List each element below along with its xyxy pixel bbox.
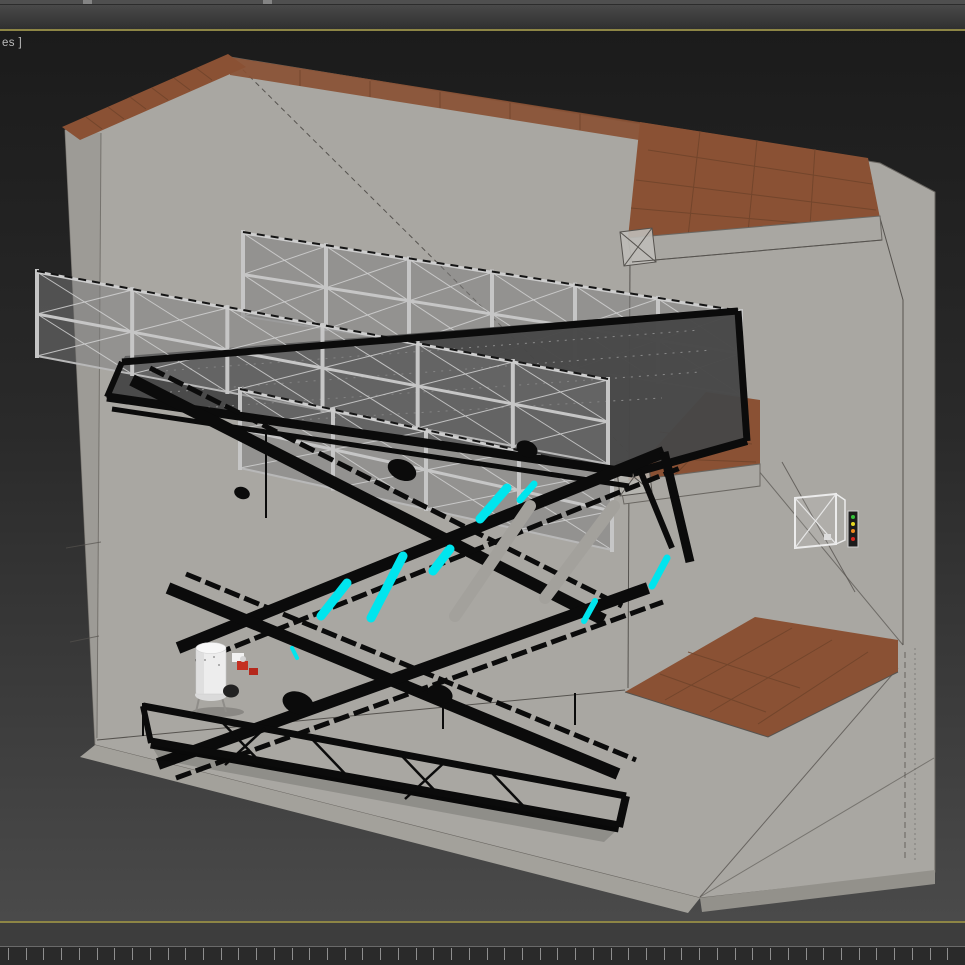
frame-tick bbox=[699, 948, 701, 960]
frame-tick bbox=[344, 948, 346, 960]
frame-tick bbox=[202, 948, 204, 960]
frame-tick bbox=[610, 948, 612, 960]
frame-tick bbox=[681, 948, 683, 960]
frame-tick bbox=[716, 948, 718, 960]
frame-tick bbox=[504, 948, 506, 960]
time-slider-bar[interactable] bbox=[0, 923, 965, 946]
frame-tick bbox=[78, 948, 80, 960]
frame-tick bbox=[468, 948, 470, 960]
frame-tick bbox=[309, 948, 311, 960]
frame-tick bbox=[185, 948, 187, 960]
frame-tick bbox=[770, 948, 772, 960]
frame-tick bbox=[167, 948, 169, 960]
frame-tick bbox=[362, 948, 364, 960]
frame-tick bbox=[397, 948, 399, 960]
control-strip bbox=[847, 510, 859, 548]
frame-tick bbox=[787, 948, 789, 960]
frame-tick bbox=[628, 948, 630, 960]
frame-tick bbox=[132, 948, 134, 960]
frame-tick bbox=[911, 948, 913, 960]
frame-tick bbox=[592, 948, 594, 960]
valve-red-block bbox=[237, 661, 248, 670]
cropped-toolbar-icon bbox=[263, 0, 272, 4]
indicator-orange bbox=[851, 529, 855, 533]
frame-tick bbox=[486, 948, 488, 960]
scene-canvas bbox=[35, 54, 936, 913]
frame-tick bbox=[876, 948, 878, 960]
frame-tick bbox=[220, 948, 222, 960]
frame-tick bbox=[149, 948, 151, 960]
frame-tick bbox=[646, 948, 647, 960]
pump-cap bbox=[223, 684, 239, 698]
perspective-viewport[interactable]: es ] bbox=[0, 31, 965, 921]
frame-tick bbox=[451, 948, 453, 960]
cropped-toolbar-icon bbox=[83, 0, 92, 4]
frame-tick bbox=[947, 948, 949, 960]
frame-tick bbox=[96, 948, 98, 960]
frame-tick bbox=[61, 948, 63, 960]
frame-tick bbox=[238, 948, 240, 960]
frame-tick bbox=[858, 948, 860, 960]
toolbar-divider bbox=[0, 0, 965, 5]
viewport-label[interactable]: es ] bbox=[2, 37, 22, 49]
electrical-box bbox=[794, 492, 846, 550]
frame-tick bbox=[894, 948, 896, 960]
frame-tick bbox=[114, 948, 116, 960]
top-toolbar[interactable] bbox=[0, 0, 965, 29]
box-latch bbox=[824, 534, 831, 540]
frame-tick bbox=[539, 948, 541, 960]
frame-tick bbox=[557, 948, 559, 960]
frame-tick bbox=[663, 948, 665, 960]
frame-tick bbox=[256, 948, 258, 960]
frame-tick bbox=[521, 948, 523, 960]
indicator-green bbox=[851, 515, 855, 519]
frame-tick bbox=[575, 948, 577, 960]
frame-tick bbox=[43, 948, 45, 960]
frame-tick bbox=[327, 948, 328, 960]
frame-tick bbox=[8, 948, 9, 960]
frame-tick bbox=[25, 948, 27, 960]
frame-tick bbox=[929, 948, 931, 960]
frame-tick bbox=[734, 948, 736, 960]
frame-tick bbox=[805, 948, 807, 960]
frame-tick bbox=[291, 948, 293, 960]
frame-tick bbox=[752, 948, 754, 960]
frame-tick bbox=[380, 948, 382, 960]
frame-tick bbox=[823, 948, 825, 960]
indicator-red bbox=[851, 537, 855, 541]
track-bar[interactable] bbox=[0, 946, 965, 965]
application-window: es ] bbox=[0, 0, 965, 965]
frame-tick bbox=[840, 948, 842, 960]
frame-tick bbox=[273, 948, 275, 960]
frame-tick bbox=[415, 948, 417, 960]
indicator-yellow bbox=[851, 522, 855, 526]
frame-tick bbox=[433, 948, 435, 960]
